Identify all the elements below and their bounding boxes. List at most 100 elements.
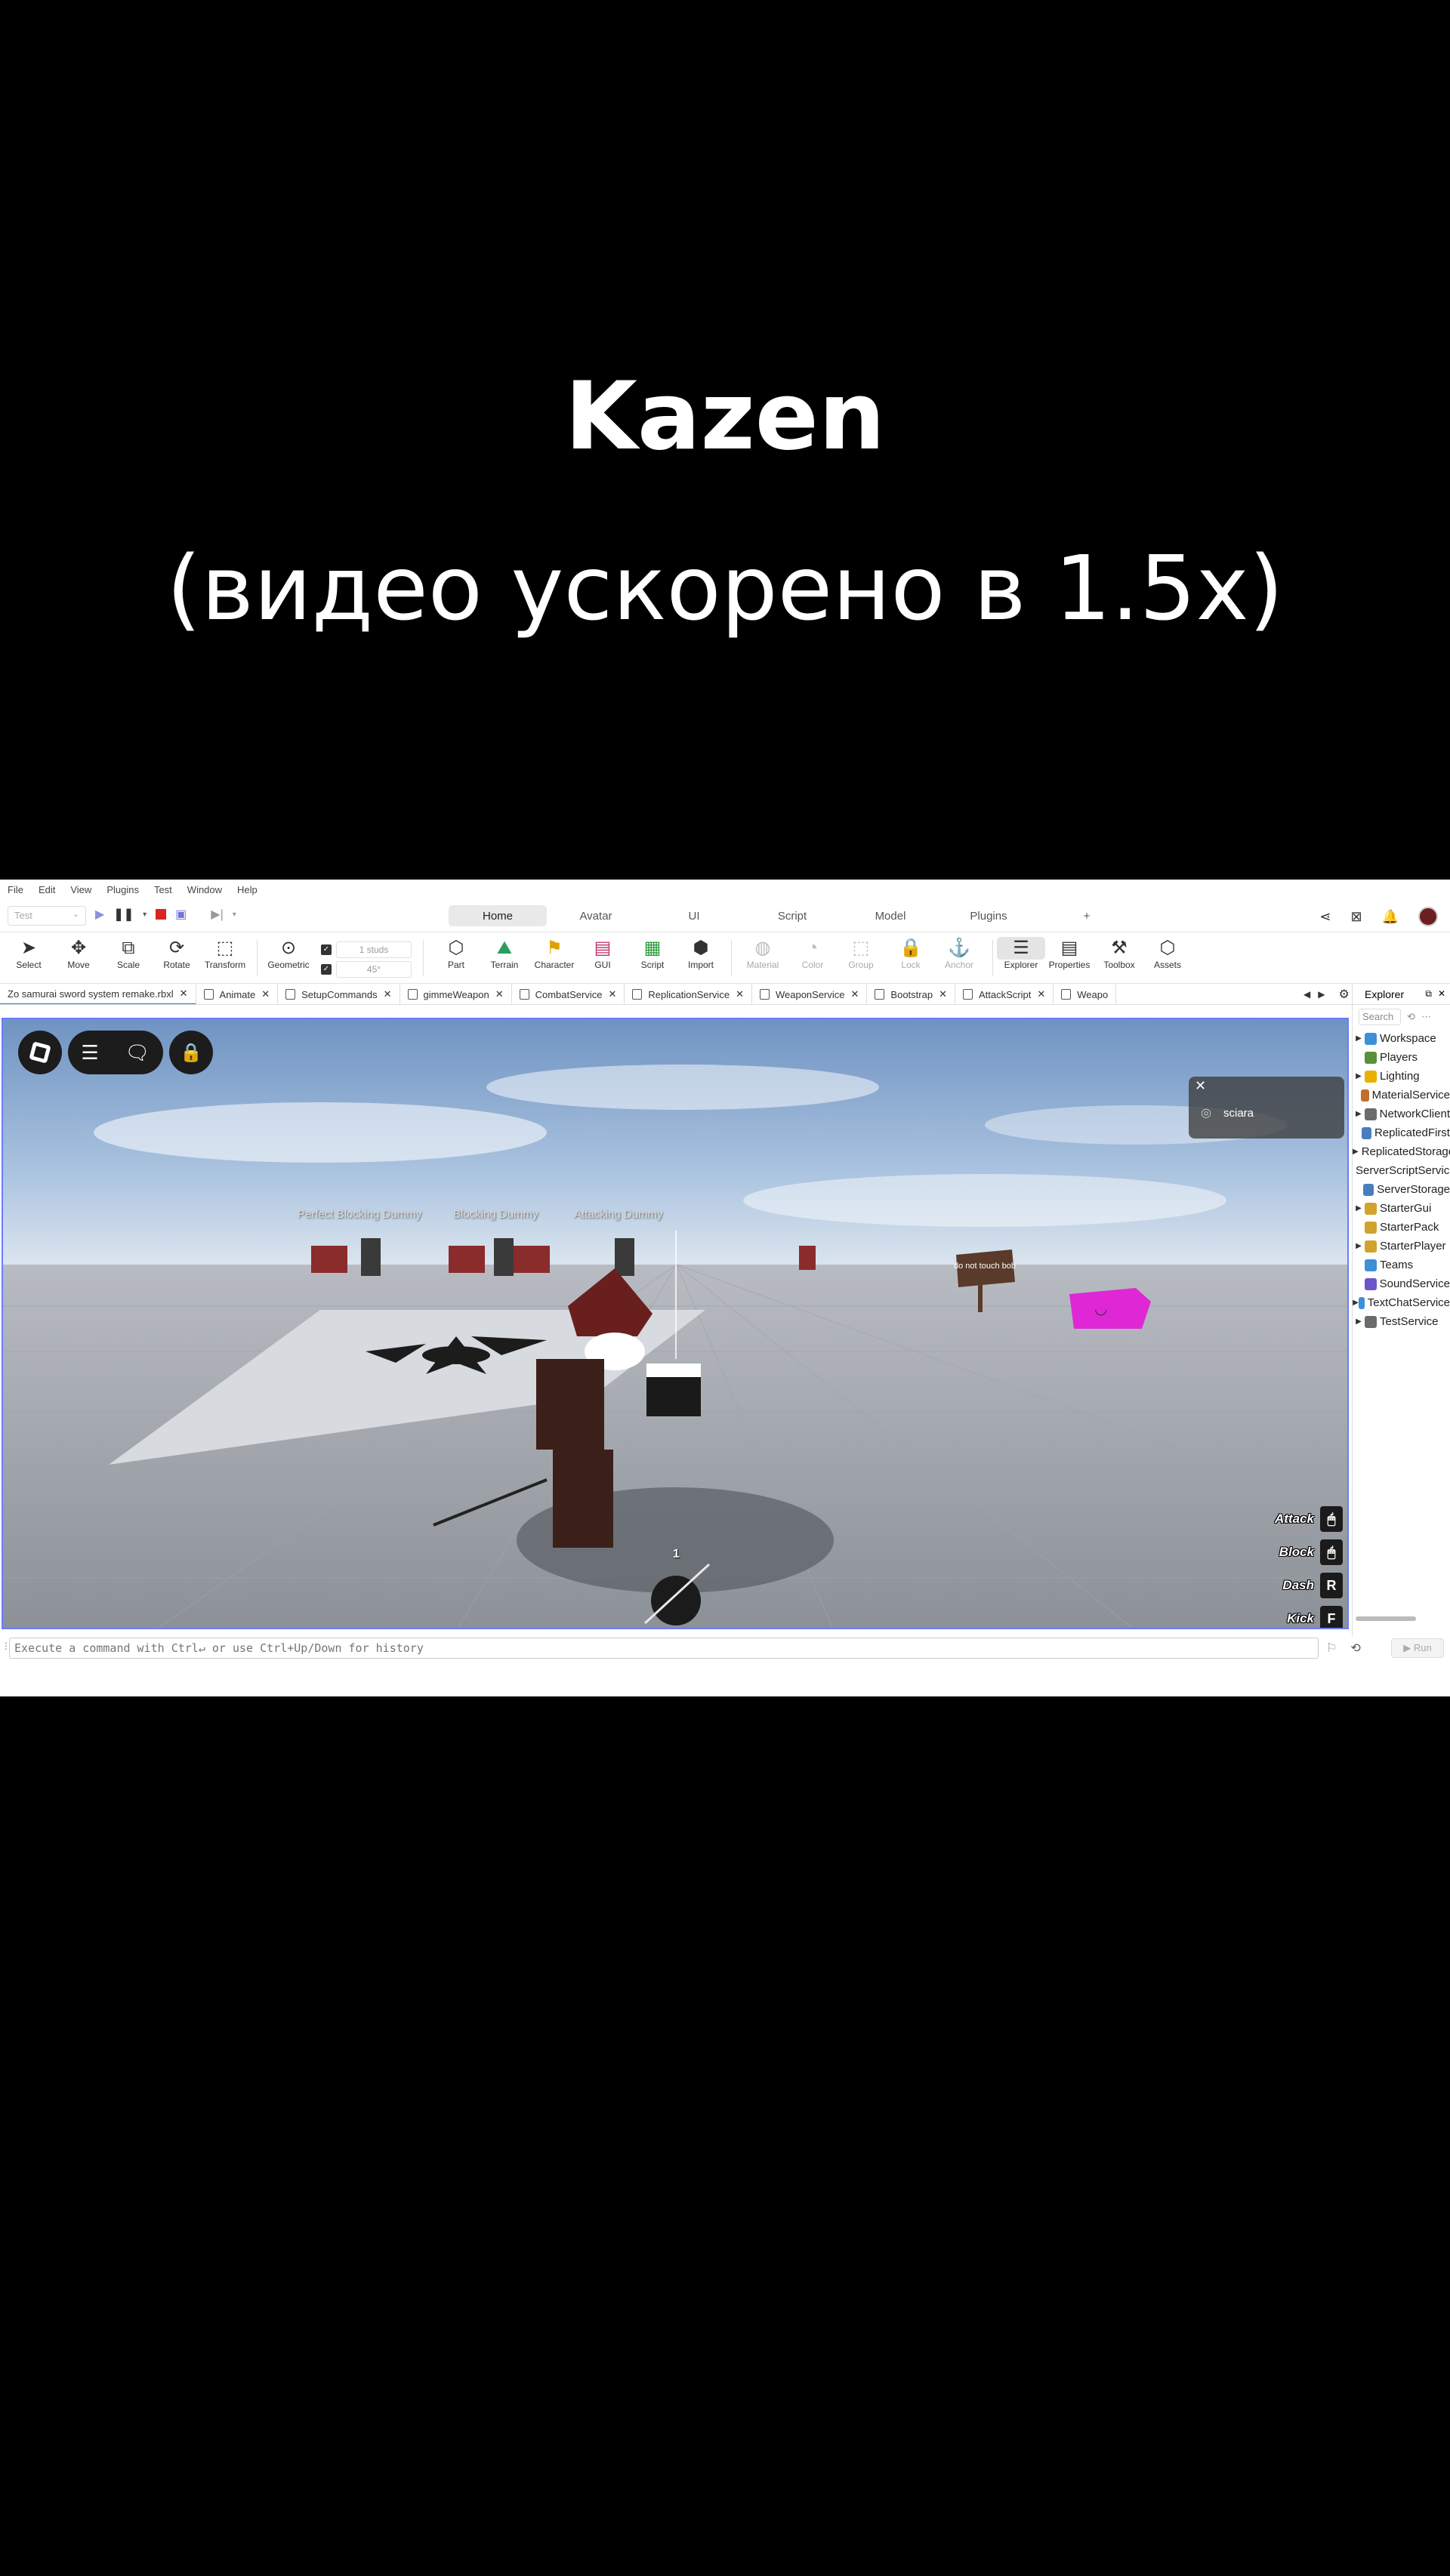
close-icon[interactable]: ✕ (180, 988, 188, 1000)
part-button[interactable]: ⬡ Part (432, 937, 480, 970)
move-increment-field[interactable]: 1 studs (336, 941, 412, 958)
terrain-button[interactable]: ⛰ Terrain (480, 937, 529, 970)
explorer-item[interactable]: ▶ TestService (1353, 1312, 1450, 1331)
transform-tool[interactable]: ⬚ Transform (201, 937, 249, 970)
expand-arrow-icon[interactable]: ▶ (1353, 1110, 1365, 1118)
geometric-mode-button[interactable]: ⊙ Geometric (264, 937, 313, 970)
close-icon[interactable]: ✕ (1037, 988, 1045, 1000)
explorer-item[interactable]: ▶ StarterGui (1353, 1199, 1450, 1218)
explorer-item[interactable]: ▶ ReplicatedStorage (1353, 1142, 1450, 1161)
close-icon[interactable]: ✕ (939, 988, 947, 1000)
expand-arrow-icon[interactable]: ▶ (1353, 1317, 1365, 1326)
rotate-snap-checkbox[interactable]: ✓ (321, 964, 332, 975)
chevron-down-icon[interactable]: ▾ (233, 911, 236, 919)
explorer-item[interactable]: ▶ TextChatService (1353, 1293, 1450, 1312)
explorer-item[interactable]: MaterialService (1353, 1086, 1450, 1105)
import-button[interactable]: ⬢ Import (677, 937, 725, 970)
close-icon[interactable]: ✕ (384, 988, 392, 1000)
explorer-toggle[interactable]: ☰ Explorer (997, 937, 1045, 970)
tab-model[interactable]: Model (841, 905, 939, 926)
menu-help[interactable]: Help (237, 884, 258, 895)
rotate-tool[interactable]: ⟳ Rotate (153, 937, 201, 970)
tab-script-bootstrap[interactable]: Bootstrap ✕ (867, 984, 955, 1004)
command-input[interactable] (9, 1638, 1319, 1659)
stop-icon[interactable] (156, 909, 167, 920)
avatar[interactable] (1418, 907, 1438, 926)
close-icon[interactable]: ✕ (851, 988, 859, 1000)
tab-script-weapo[interactable]: Weapo (1054, 984, 1117, 1004)
chevron-down-icon[interactable]: ▾ (143, 911, 147, 919)
tab-script-animate[interactable]: Animate ✕ (196, 984, 279, 1004)
test-mode-select[interactable]: Test ⌄ (8, 906, 86, 926)
gear-icon[interactable]: ⚙ (1338, 987, 1349, 1002)
tab-avatar[interactable]: Avatar (547, 905, 645, 926)
menu-edit[interactable]: Edit (39, 884, 55, 895)
move-snap-checkbox[interactable]: ✓ (321, 944, 332, 955)
explorer-search-input[interactable]: Search (1359, 1009, 1401, 1025)
explorer-item[interactable]: ▶ NetworkClient (1353, 1105, 1450, 1123)
material-button[interactable]: ◍ Material (739, 937, 787, 970)
chevron-left-icon[interactable]: ◀ (1303, 989, 1310, 1000)
explorer-item[interactable]: ServerScriptService (1353, 1161, 1450, 1180)
script-button[interactable]: ▦ Script (628, 937, 677, 970)
close-icon[interactable]: ✕ (736, 988, 744, 1000)
explorer-item[interactable]: ReplicatedFirst (1353, 1123, 1450, 1142)
run-button[interactable]: ▶ Run (1391, 1638, 1444, 1658)
explorer-item[interactable]: ▶ Workspace (1353, 1029, 1450, 1048)
explorer-scrollbar[interactable] (1356, 1616, 1416, 1621)
roblox-menu-button[interactable] (18, 1031, 62, 1074)
expand-arrow-icon[interactable]: ▶ (1353, 1299, 1359, 1307)
hamburger-icon[interactable]: ☰ (81, 1041, 98, 1065)
group-button[interactable]: ⬚ Group (837, 937, 885, 970)
tab-script-setupcommands[interactable]: SetupCommands ✕ (278, 984, 400, 1004)
tab-ui[interactable]: UI (645, 905, 743, 926)
properties-toggle[interactable]: ▤ Properties (1045, 937, 1094, 970)
tab-script-gimmeweapon[interactable]: gimmeWeapon ✕ (400, 984, 512, 1004)
chat-icon[interactable]: 🗨 (125, 1041, 150, 1065)
play-icon[interactable]: ▶ (95, 907, 104, 922)
rotate-increment-field[interactable]: 45° (336, 961, 412, 978)
tab-script-replicationservice[interactable]: ReplicationService ✕ (625, 984, 752, 1004)
bookmark-icon[interactable]: ⚐ (1326, 1641, 1337, 1656)
tab-script-weaponservice[interactable]: WeaponService ✕ (752, 984, 868, 1004)
tab-plugins[interactable]: Plugins (939, 905, 1038, 926)
game-viewport[interactable]: do not touch bob ◡ ☰ 🗨 🔒 ✕ ◎ sciara Perf… (2, 1018, 1349, 1629)
explorer-item[interactable]: SoundService (1353, 1274, 1450, 1293)
menu-window[interactable]: Window (187, 884, 222, 895)
bell-icon[interactable]: 🔔 (1382, 909, 1399, 925)
scale-tool[interactable]: ⧉ Scale (104, 937, 153, 970)
color-button[interactable]: ◔ Color (788, 937, 837, 970)
menu-file[interactable]: File (8, 884, 23, 895)
explorer-item[interactable]: ▶ Lighting (1353, 1067, 1450, 1086)
anchor-button[interactable]: ⚓ Anchor (935, 937, 983, 970)
explorer-item[interactable]: StarterPack (1353, 1218, 1450, 1237)
toolbox-toggle[interactable]: ⚒ Toolbox (1095, 937, 1143, 970)
chevron-right-icon[interactable]: ▶ (1318, 989, 1325, 1000)
menu-view[interactable]: View (70, 884, 91, 895)
share-icon[interactable]: ⋖ (1319, 909, 1331, 925)
gui-button[interactable]: ▤ GUI (578, 937, 627, 970)
assets-toggle[interactable]: ⬡ Assets (1143, 937, 1192, 970)
close-icon[interactable]: ✕ (1438, 988, 1445, 1000)
explorer-item[interactable]: ServerStorage (1353, 1180, 1450, 1199)
undock-icon[interactable]: ⧉ (1425, 988, 1432, 1000)
explorer-item[interactable]: Players (1353, 1048, 1450, 1067)
tab-home[interactable]: Home (449, 905, 547, 926)
move-tool[interactable]: ✥ Move (54, 937, 103, 970)
player-name[interactable]: sciara (1223, 1107, 1254, 1120)
expand-arrow-icon[interactable]: ▶ (1353, 1072, 1365, 1080)
expand-arrow-icon[interactable]: ▶ (1353, 1242, 1365, 1250)
add-tab-button[interactable]: + (1038, 905, 1136, 926)
close-icon[interactable]: ✕ (261, 988, 270, 1000)
pause-icon[interactable]: ❚❚ (113, 907, 134, 922)
tab-script[interactable]: Script (743, 905, 841, 926)
backpack-lock-button[interactable]: 🔒 (169, 1031, 213, 1074)
lock-button[interactable]: 🔒 Lock (887, 937, 935, 970)
tab-script-combatservice[interactable]: CombatService ✕ (512, 984, 625, 1004)
collaborate-icon[interactable]: ⊠ (1350, 909, 1362, 925)
close-icon[interactable]: ✕ (608, 988, 616, 1000)
expand-arrow-icon[interactable]: ▶ (1353, 1204, 1365, 1213)
tab-place-file[interactable]: Zo samurai sword system remake.rbxl ✕ (0, 984, 196, 1004)
step-icon[interactable]: ▶| (211, 907, 223, 922)
tab-script-attackscript[interactable]: AttackScript ✕ (955, 984, 1054, 1004)
